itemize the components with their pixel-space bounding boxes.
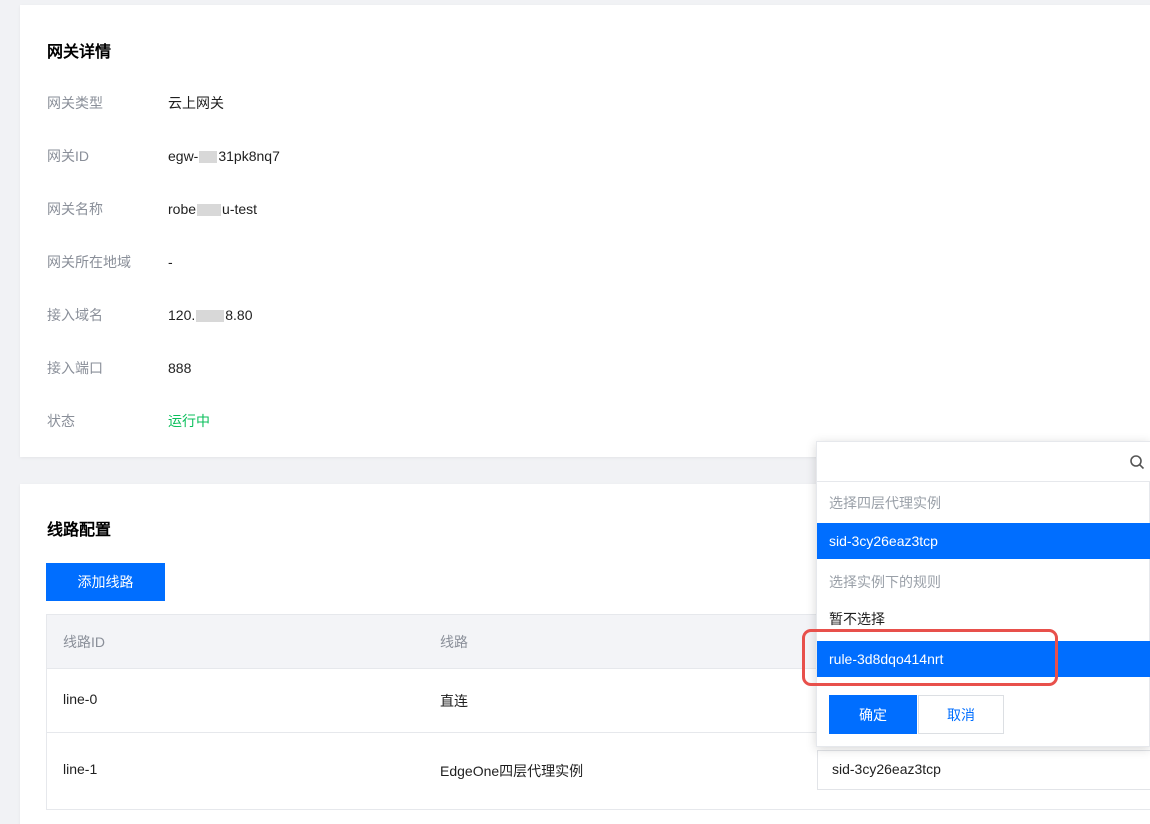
gateway-detail-card: 网关详情 网关类型 云上网关 网关ID egw- 31pk8nq7 网关名称 ro… — [20, 5, 1150, 457]
gateway-id-suffix: 31pk8nq7 — [218, 148, 280, 164]
line-config-title: 线路配置 — [47, 522, 112, 539]
gateway-region-value: - — [168, 254, 173, 270]
column-header-line-id: 线路ID — [63, 634, 105, 650]
masked-text — [197, 204, 222, 217]
instance-select[interactable]: sid-3cy26eaz3tcp ▼ — [817, 750, 1150, 790]
access-port-value: 888 — [168, 360, 192, 376]
cancel-button[interactable]: 取消 — [918, 695, 1004, 734]
group-label-instance: 选择四层代理实例 — [829, 495, 941, 511]
instance-select-value: sid-3cy26eaz3tcp — [832, 761, 941, 777]
line-id-cell: line-1 — [63, 761, 98, 777]
search-input[interactable] — [817, 442, 1117, 481]
gateway-detail-title: 网关详情 — [47, 44, 112, 61]
gateway-region-label: 网关所在地域 — [47, 254, 131, 270]
gateway-type-label: 网关类型 — [47, 95, 103, 111]
gateway-name-value: robe u-test — [168, 199, 257, 219]
group-label-rule: 选择实例下的规则 — [829, 574, 941, 590]
gateway-name-prefix: robe — [168, 201, 197, 217]
gateway-id-prefix: egw- — [168, 148, 199, 164]
line-cell: 直连 — [440, 693, 468, 709]
access-port-label: 接入端口 — [47, 360, 103, 376]
masked-text — [199, 151, 218, 164]
gateway-id-value: egw- 31pk8nq7 — [168, 146, 280, 166]
status-label: 状态 — [47, 413, 75, 429]
gateway-type-value: 云上网关 — [168, 95, 224, 111]
rule-option[interactable]: rule-3d8dqo414nrt — [817, 641, 1150, 677]
access-domain-value: 120. 8.80 — [168, 305, 253, 325]
search-icon[interactable] — [1129, 454, 1145, 470]
confirm-button[interactable]: 确定 — [829, 695, 917, 734]
gateway-id-label: 网关ID — [47, 148, 89, 164]
instance-option[interactable]: sid-3cy26eaz3tcp — [817, 523, 1150, 559]
access-domain-prefix: 120. — [168, 307, 196, 323]
access-domain-suffix: 8.80 — [225, 307, 253, 323]
instance-rule-dropdown: 选择四层代理实例 sid-3cy26eaz3tcp 选择实例下的规则 暂不选择 … — [816, 441, 1150, 747]
masked-text — [196, 310, 225, 323]
dropdown-search — [817, 442, 1150, 482]
line-cell: EdgeOne四层代理实例 — [440, 763, 584, 779]
gateway-name-label: 网关名称 — [47, 201, 103, 217]
status-badge: 运行中 — [168, 413, 210, 429]
column-header-line: 线路 — [440, 634, 468, 650]
add-line-button[interactable]: 添加线路 — [46, 563, 165, 601]
line-id-cell: line-0 — [63, 691, 98, 707]
rule-option-none[interactable]: 暂不选择 — [817, 601, 1150, 637]
gateway-name-suffix: u-test — [222, 201, 258, 217]
access-domain-label: 接入域名 — [47, 307, 103, 323]
